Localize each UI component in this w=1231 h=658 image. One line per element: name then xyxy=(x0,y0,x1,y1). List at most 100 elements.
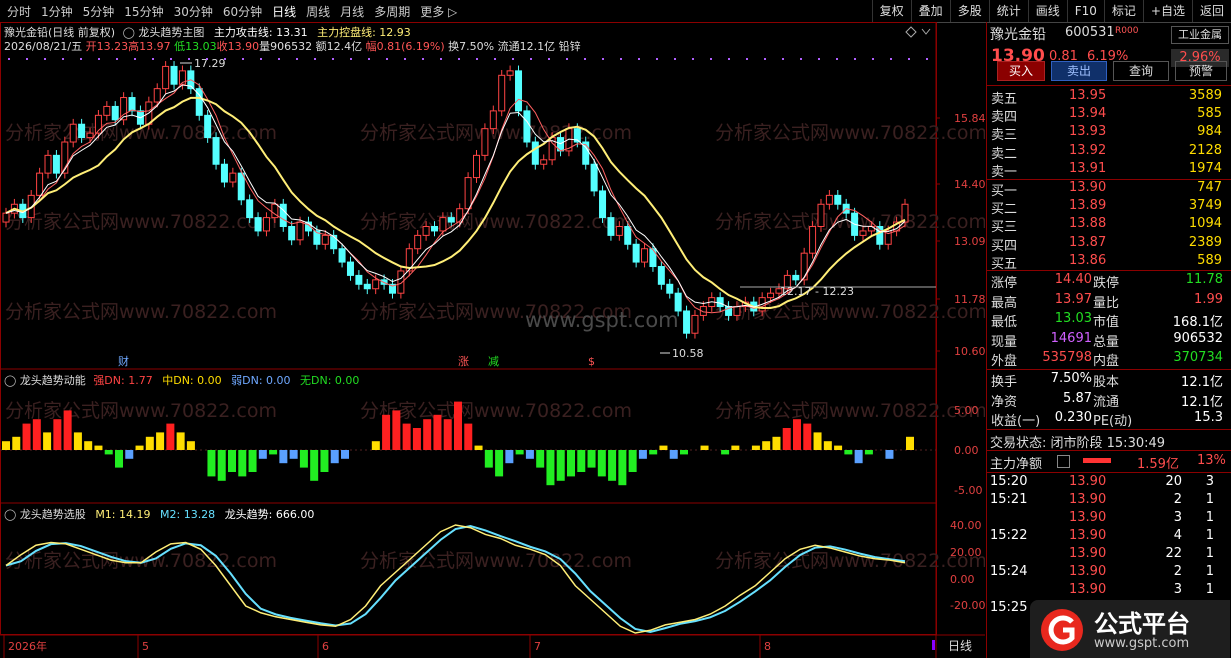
signal-marker[interactable]: 涨 xyxy=(458,355,469,368)
tab-multi-period[interactable]: 多周期 xyxy=(369,3,415,20)
tab-60min[interactable]: 60分钟 xyxy=(218,3,267,20)
m2-line xyxy=(5,525,906,633)
multi-stock-button[interactable]: 多股 xyxy=(949,0,989,22)
mark-button[interactable]: 标记 xyxy=(1103,0,1143,22)
statistics-button[interactable]: 统计 xyxy=(988,0,1028,22)
momentum-bar xyxy=(207,450,216,477)
signal-marker[interactable]: 财 xyxy=(118,354,129,368)
ask-row[interactable]: 卖三 13.93 984 xyxy=(987,124,1231,143)
candle-body xyxy=(817,203,825,227)
bid-row[interactable]: 买一 13.90 747 xyxy=(987,180,1231,199)
sub2-dot-icon[interactable]: ◯ xyxy=(4,508,16,521)
bid-row[interactable]: 买五 13.86 589 xyxy=(987,253,1231,272)
candle-body xyxy=(279,203,287,227)
stat-label: 涨停 xyxy=(991,276,1018,291)
back-button[interactable]: 返回 xyxy=(1191,0,1231,22)
momentum-bar xyxy=(464,423,473,450)
restore-rights-button[interactable]: 复权 xyxy=(871,0,911,22)
tick-time: 15:24 xyxy=(990,564,1028,579)
ask-row[interactable]: 卖四 13.94 585 xyxy=(987,106,1231,125)
momentum-bar xyxy=(731,445,740,450)
tab-weekly[interactable]: 周线 xyxy=(301,3,335,20)
tab-more[interactable]: 更多 ▷ xyxy=(415,3,462,20)
momentum-bar xyxy=(330,450,339,464)
tab-intraday[interactable]: 分时 xyxy=(2,3,36,20)
sub1-title[interactable]: 龙头趋势动能 xyxy=(20,374,86,387)
bid-row[interactable]: 买四 13.87 2389 xyxy=(987,235,1231,254)
alert-button[interactable]: 预警 xyxy=(1175,61,1227,81)
tick-count: 1 xyxy=(1205,510,1214,525)
candle-body xyxy=(69,123,77,143)
signal-marker[interactable]: $ xyxy=(588,355,595,368)
signal-marker[interactable]: 减 xyxy=(488,355,499,368)
candle-body xyxy=(170,65,178,85)
ask-volume: 984 xyxy=(1197,124,1222,140)
tab-1min[interactable]: 1分钟 xyxy=(36,3,78,20)
tab-15min[interactable]: 15分钟 xyxy=(119,3,168,20)
stat-value: 14.40 xyxy=(1054,272,1092,287)
ask-row[interactable]: 卖五 13.95 3589 xyxy=(987,88,1231,107)
query-button[interactable]: 查询 xyxy=(1113,61,1169,81)
momentum-bar xyxy=(618,450,627,486)
momentum-bar xyxy=(217,450,226,481)
candle-body xyxy=(632,243,640,263)
signal-dot xyxy=(170,58,172,60)
ask-row[interactable]: 卖二 13.92 2128 xyxy=(987,142,1231,162)
candle-body xyxy=(355,274,363,285)
stat-label: 内盘 xyxy=(1093,354,1120,369)
momentum-bar xyxy=(392,410,401,450)
stock-tag: R000 xyxy=(1115,26,1139,36)
candle-body xyxy=(590,163,598,192)
overlay-button[interactable]: 叠加 xyxy=(910,0,950,22)
sub1-dot-icon[interactable]: ◯ xyxy=(4,374,16,387)
candle-body xyxy=(481,128,489,156)
sell-button[interactable]: 卖出 xyxy=(1051,61,1107,81)
yaxis-label: 5.00 xyxy=(954,404,979,417)
quote-panel: 豫光金铅 600531 R000 工业金属 13.90 0.81 6.19% 2… xyxy=(986,22,1231,658)
tick-time: 15:21 xyxy=(990,492,1028,507)
chevron-down-icon[interactable] xyxy=(921,28,931,35)
tick-count: 1 xyxy=(1205,582,1214,597)
add-watchlist-button[interactable]: +自选 xyxy=(1142,0,1192,22)
bid-row[interactable]: 买三 13.88 1094 xyxy=(987,216,1231,235)
momentum-bar xyxy=(402,423,411,450)
stat-label: 量比 xyxy=(1093,295,1120,311)
signal-dot xyxy=(152,58,154,60)
stat-row: 外盘 535798 内盘 370734 xyxy=(987,350,1231,369)
list-icon[interactable] xyxy=(1057,455,1070,468)
candle-body xyxy=(498,74,506,112)
candle-body xyxy=(515,70,523,112)
signal-dot xyxy=(368,58,370,60)
industry-badge[interactable]: 工业金属 xyxy=(1171,26,1229,44)
ask-price: 13.92 xyxy=(1069,142,1107,158)
kline-chart-panel[interactable]: 分析家公式网www.70822.com 分析家公式网www.70822.com 分析… xyxy=(0,22,985,658)
diamond-icon[interactable] xyxy=(905,26,917,38)
peak-label: 17.29 xyxy=(194,57,226,70)
tab-5min[interactable]: 5分钟 xyxy=(78,3,120,20)
sub2-m1: M1: 14.19 xyxy=(95,508,151,521)
xaxis-label: 8 xyxy=(764,640,771,653)
chart-canvas[interactable]: 分析家公式网www.70822.com 分析家公式网www.70822.com 分析… xyxy=(0,22,985,658)
draw-line-button[interactable]: 画线 xyxy=(1027,0,1067,22)
tab-30min[interactable]: 30分钟 xyxy=(169,3,218,20)
momentum-bar xyxy=(587,450,596,468)
momentum-bar xyxy=(813,432,822,450)
momentum-bar xyxy=(299,450,308,468)
main-net-row[interactable]: 主力净额 1.59亿 13% xyxy=(987,453,1231,472)
momentum-bar xyxy=(680,450,688,455)
tab-daily[interactable]: 日线 xyxy=(267,3,301,20)
stock-name: 豫光金铅 xyxy=(990,27,1046,43)
momentum-bar xyxy=(659,445,668,450)
stat-value: 12.1亿 xyxy=(1181,394,1223,410)
buy-button[interactable]: 买入 xyxy=(997,61,1045,81)
f10-button[interactable]: F10 xyxy=(1066,0,1104,22)
sub2-title[interactable]: 龙头趋势选股 xyxy=(20,508,86,521)
bid-row[interactable]: 买二 13.89 3749 xyxy=(987,198,1231,217)
tab-monthly[interactable]: 月线 xyxy=(335,3,369,20)
signal-dot xyxy=(188,58,190,60)
tick-row: 13.90 3 1 xyxy=(987,510,1231,528)
trough-label: 10.58 xyxy=(672,347,704,360)
ask-row[interactable]: 卖一 13.91 1974 xyxy=(987,161,1231,180)
momentum-bar xyxy=(495,450,504,477)
signal-dot xyxy=(512,58,514,60)
